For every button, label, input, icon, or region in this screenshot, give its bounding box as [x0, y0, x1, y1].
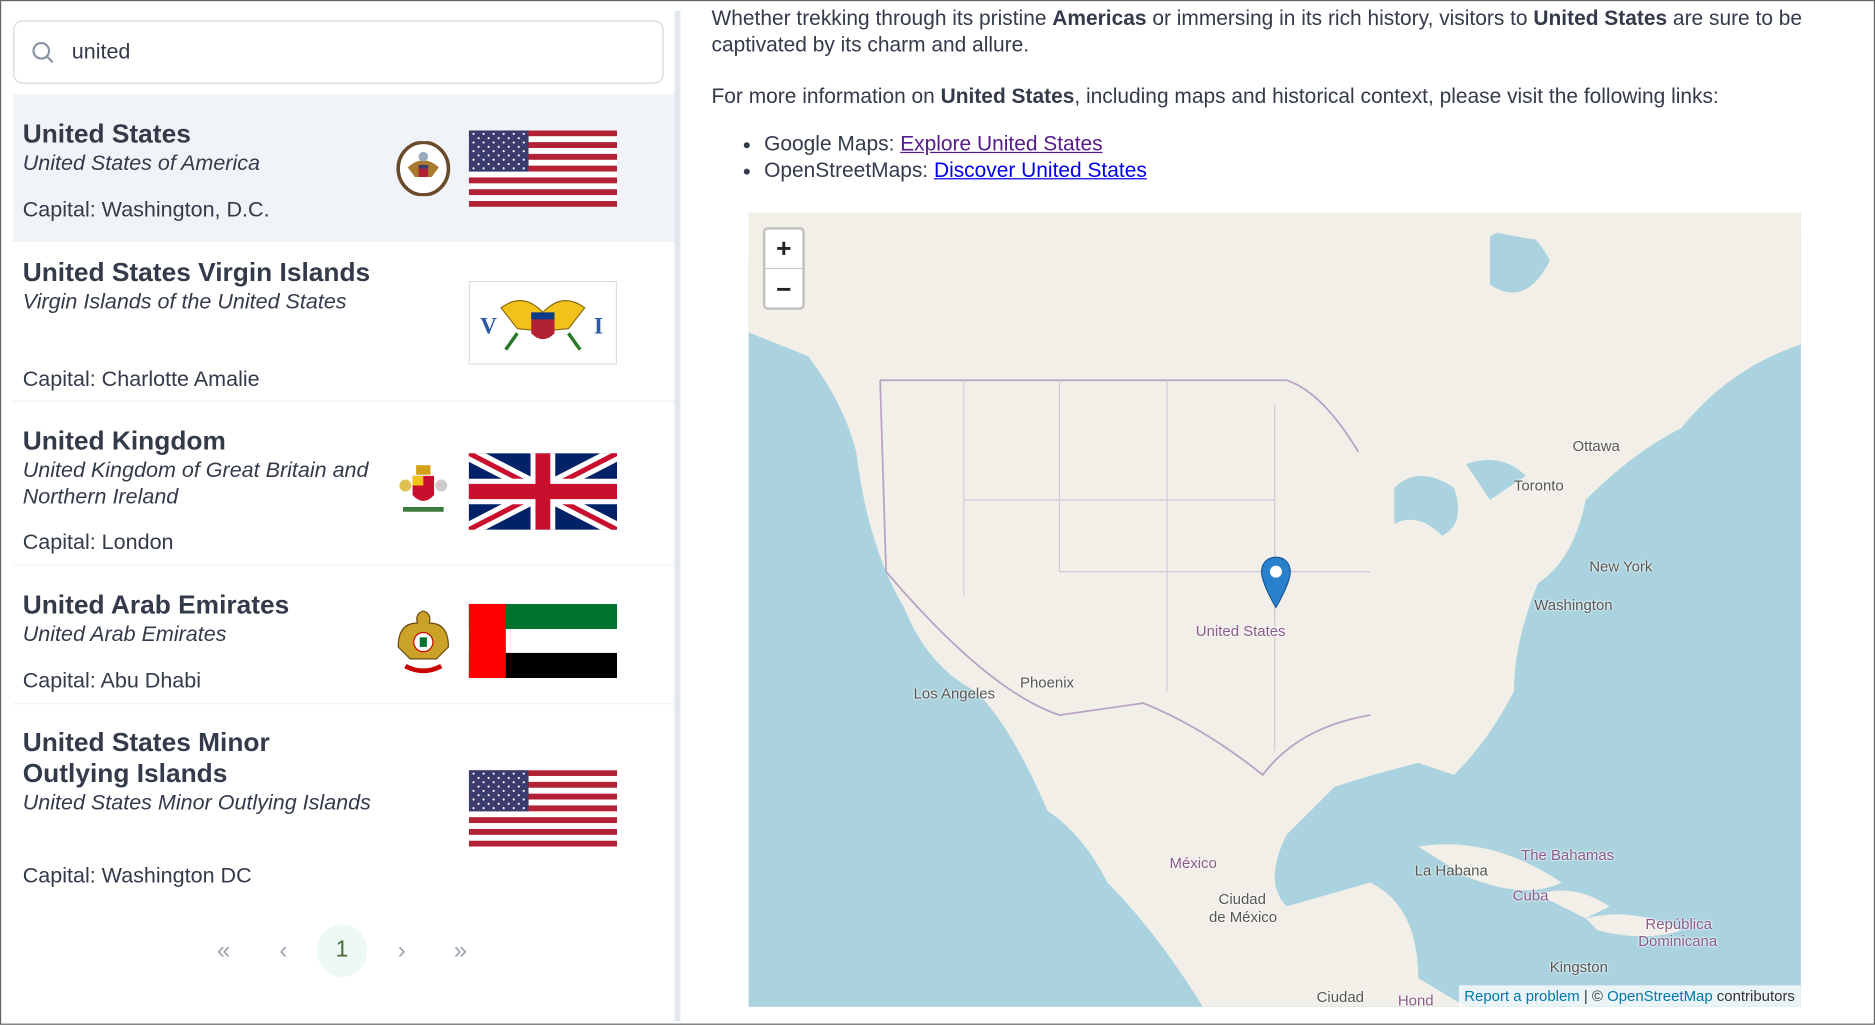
panel-scrollbar[interactable] — [674, 10, 681, 1022]
country-detail: Whether trekking through its pristine Am… — [712, 1, 1866, 183]
country-official-name: United States of America — [22, 150, 260, 175]
country-item[interactable]: United States Minor Outlying Islands Unit… — [13, 704, 674, 898]
map[interactable]: + − Ottawa Toronto New York Washington U… — [748, 212, 1801, 1007]
flag-united-states — [468, 130, 618, 207]
map-label: Toronto — [1513, 477, 1564, 494]
map-label: de México — [1208, 908, 1278, 926]
country-name: United Arab Emirates — [22, 589, 290, 620]
map-label: Ottawa — [1572, 437, 1620, 455]
svg-text:V: V — [480, 313, 497, 339]
link-item: Google Maps: Explore United States — [764, 130, 1865, 156]
map-label: Ciudad — [1218, 890, 1266, 908]
report-problem-link[interactable]: Report a problem — [1464, 988, 1579, 1005]
zoom-out-button[interactable]: − — [765, 269, 802, 308]
country-name: United Kingdom — [22, 425, 226, 456]
flag-us-virgin-islands: VI — [468, 281, 618, 365]
search-box[interactable] — [13, 20, 664, 84]
country-official-name: United Arab Emirates — [22, 621, 227, 646]
country-item[interactable]: United States Virgin Islands Virgin Islan… — [13, 242, 675, 402]
map-attribution: Report a problem | © OpenStreetMap contr… — [1458, 985, 1801, 1007]
country-name: United States Minor Outlying Islands — [22, 727, 270, 789]
google-maps-link[interactable]: Explore United States — [900, 132, 1102, 156]
openstreetmap-link[interactable]: Discover United States — [934, 158, 1147, 182]
country-official-name: United Kingdom of Great Britain and Nort… — [22, 457, 369, 509]
country-item[interactable]: United Arab Emirates United Arab Emirates… — [13, 566, 675, 705]
last-page-button[interactable]: » — [435, 924, 485, 977]
map-label: New York — [1589, 558, 1653, 576]
svg-text:I: I — [594, 313, 603, 339]
country-item[interactable]: United States United States of America Ca… — [13, 94, 675, 242]
map-label: Cuba — [1512, 887, 1549, 905]
map-label: Phoenix — [1020, 674, 1075, 692]
info-paragraph: For more information on United States, i… — [711, 83, 1719, 108]
country-list-panel: United StatesUnited States of America Ca… — [1, 1, 675, 1025]
map-label: República — [1645, 915, 1712, 933]
map-label: Ciudad — [1316, 988, 1364, 1006]
next-page-button[interactable]: › — [377, 924, 427, 977]
map-label: Washington — [1534, 596, 1613, 614]
description-paragraph: Whether trekking through its pristine Am… — [711, 5, 1803, 57]
link-item: OpenStreetMaps: Discover United States — [764, 157, 1865, 183]
country-item[interactable]: United Kingdom United Kingdom of Great Br… — [13, 402, 675, 566]
country-capital: Capital: Charlotte Amalie — [22, 367, 260, 392]
map-label: La Habana — [1414, 862, 1488, 879]
country-capital: Capital: Washington DC — [22, 863, 252, 888]
first-page-button[interactable]: « — [199, 924, 249, 977]
map-label: México — [1169, 854, 1217, 872]
pagination: « ‹ 1 › » — [1, 924, 674, 977]
country-capital: Capital: London — [22, 529, 174, 554]
search-icon — [32, 41, 54, 63]
country-name: United States — [22, 118, 191, 149]
map-label: United States — [1195, 623, 1286, 640]
search-input[interactable] — [71, 39, 622, 65]
map-label: The Bahamas — [1521, 846, 1615, 864]
uk-coat-of-arms-emblem — [399, 465, 448, 512]
flag-united-kingdom — [468, 453, 618, 530]
us-seal-emblem — [396, 141, 451, 197]
zoom-control: + − — [762, 227, 805, 310]
map-label: Hond — [1397, 992, 1434, 1007]
flag-united-states — [468, 770, 618, 847]
country-name: United States Virgin Islands — [22, 257, 371, 287]
country-capital: Capital: Washington, D.C. — [22, 197, 270, 222]
zoom-in-button[interactable]: + — [765, 230, 803, 270]
country-capital: Capital: Abu Dhabi — [22, 668, 202, 693]
flag-united-arab-emirates — [468, 603, 618, 679]
map-label: Kingston — [1549, 959, 1608, 976]
osm-copyright-link[interactable]: OpenStreetMap — [1607, 988, 1713, 1005]
map-marker-icon[interactable] — [1259, 555, 1292, 610]
country-official-name: Virgin Islands of the United States — [22, 289, 347, 314]
map-label: Dominicana — [1638, 932, 1718, 950]
links-list: Google Maps: Explore United States OpenS… — [764, 130, 1865, 183]
uae-emblem — [397, 610, 450, 674]
prev-page-button[interactable]: ‹ — [258, 924, 308, 977]
page-1-button[interactable]: 1 — [316, 924, 368, 977]
map-label: Los Angeles — [913, 685, 996, 702]
country-official-name: United States Minor Outlying Islands — [22, 790, 371, 815]
